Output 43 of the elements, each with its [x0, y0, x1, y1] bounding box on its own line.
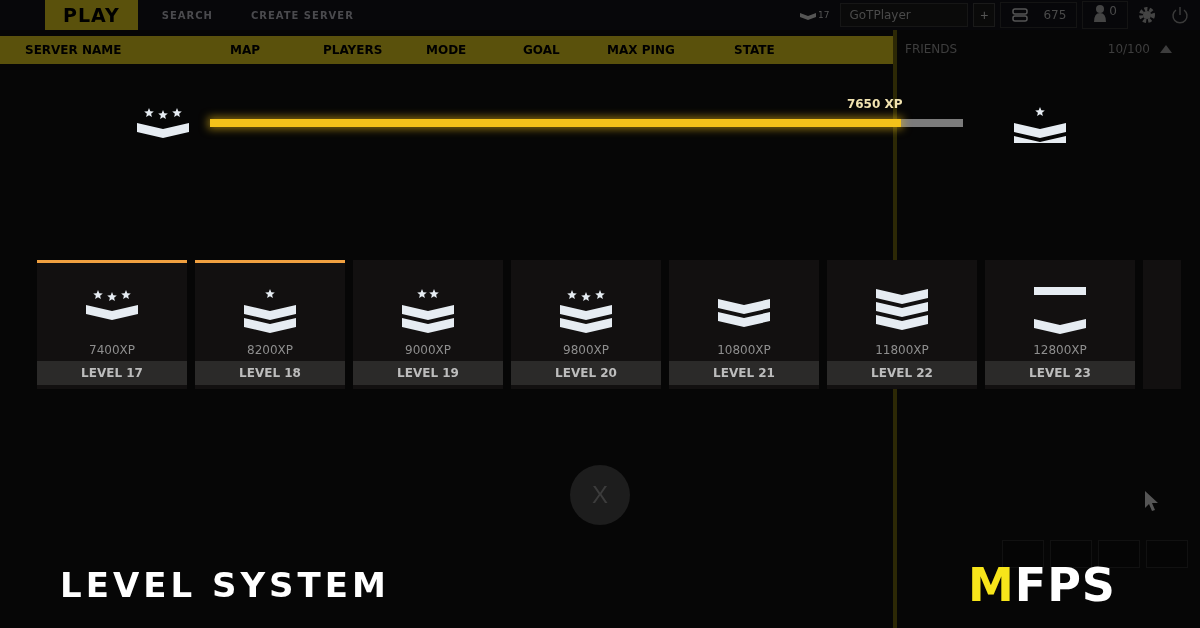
coin-count: 675 [1043, 8, 1067, 22]
level-label: LEVEL 17 [37, 361, 187, 385]
coins-icon [1011, 8, 1030, 22]
level-label: LEVEL 21 [669, 361, 819, 385]
column-header: MODE [426, 43, 468, 57]
level-label: LEVEL 23 [985, 361, 1135, 385]
friends-title: FRIENDS [905, 42, 958, 56]
level-card[interactable]: 11800XP LEVEL 22 [827, 260, 977, 389]
cursor-icon [1144, 490, 1160, 512]
level-label: LEVEL 22 [827, 361, 977, 385]
column-header: STATE [734, 43, 775, 57]
level-label: LEVEL 20 [511, 361, 661, 385]
level-card[interactable]: 9800XP LEVEL 20 [511, 260, 661, 389]
xp-requirement: 11800XP [875, 343, 929, 357]
person-icon[interactable] [1093, 4, 1108, 22]
xp-requirement: 7400XP [89, 343, 135, 357]
xp-requirement: 10800XP [717, 343, 771, 357]
level-label: LEVEL 19 [353, 361, 503, 385]
logo: MFPS [967, 558, 1116, 612]
xp-requirement: 12800XP [1033, 343, 1087, 357]
rank-icon [799, 10, 817, 20]
xp-requirement: 9800XP [563, 343, 609, 357]
friends-count: 10/100 [1107, 42, 1150, 56]
column-header: GOAL [523, 43, 561, 57]
caption-title: LEVEL SYSTEM [60, 565, 390, 605]
column-header: SERVER NAME [25, 43, 123, 57]
collapse-icon[interactable] [1160, 45, 1172, 53]
level-card[interactable]: 12800XP LEVEL 23 [985, 260, 1135, 389]
level-label: LEVEL 18 [195, 361, 345, 385]
column-header: MAP [230, 43, 262, 57]
level-number: 17 [818, 10, 830, 20]
xp-requirement: 9000XP [405, 343, 451, 357]
column-header: MAX PING [607, 43, 676, 57]
column-header: PLAYERS [323, 43, 384, 57]
level-card[interactable]: 7400XP LEVEL 17 [37, 260, 187, 389]
level-card[interactable]: 8200XP LEVEL 18 [195, 260, 345, 389]
settings-icon[interactable] [1137, 5, 1157, 25]
level-card[interactable]: 9000XP LEVEL 19 [353, 260, 503, 389]
level-card[interactable]: 10800XP LEVEL 21 [669, 260, 819, 389]
power-icon[interactable] [1170, 5, 1190, 25]
xp-requirement: 8200XP [247, 343, 293, 357]
request-count: 0 [1109, 4, 1117, 18]
xp-reading: 7650 XP [846, 97, 903, 111]
